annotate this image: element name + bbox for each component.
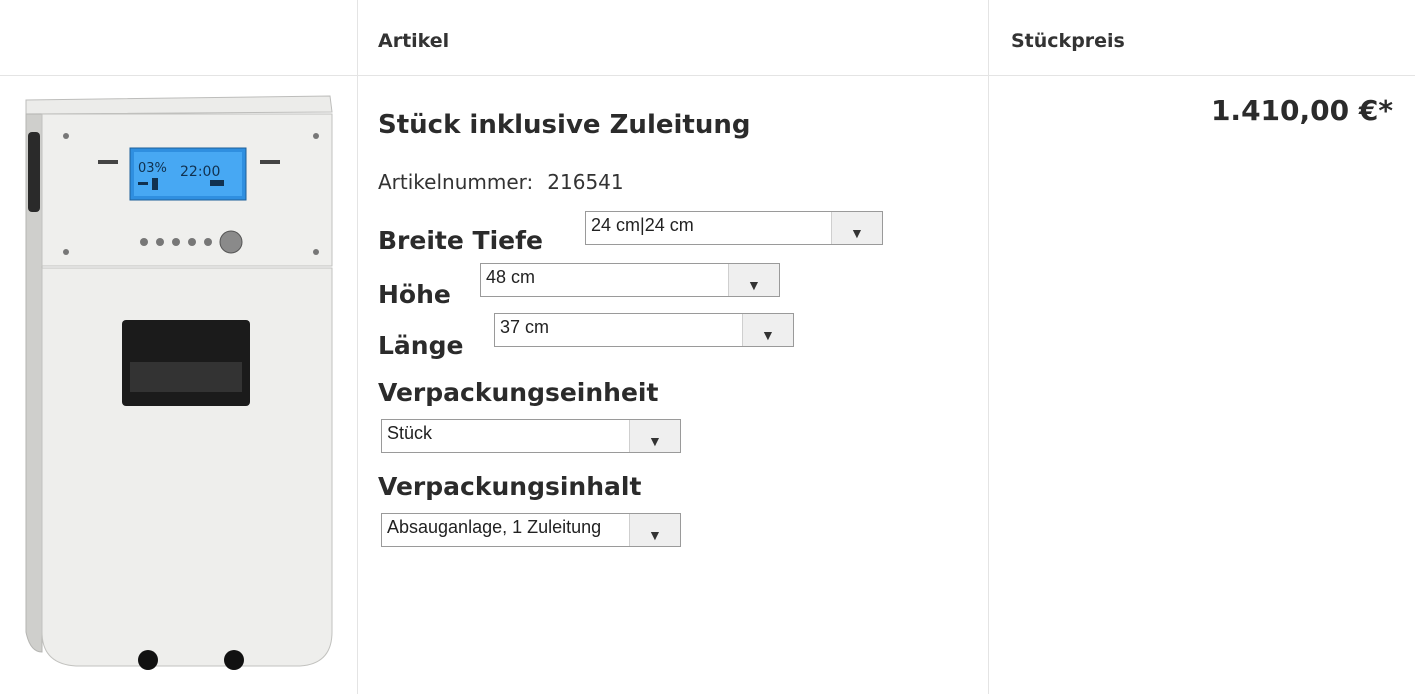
laenge-value: 37 cm bbox=[500, 317, 550, 337]
dropdown-arrow-icon: ▼ bbox=[728, 264, 779, 296]
verpackungsinhalt-select[interactable]: Absauganlage, 1 Zuleitung ▼ bbox=[381, 513, 681, 547]
product-image[interactable]: 03% 22:00 bbox=[20, 92, 336, 680]
article-number-label: Artikelnummer: bbox=[378, 170, 534, 194]
hoehe-select[interactable]: 48 cm ▼ bbox=[480, 263, 780, 297]
dropdown-arrow-icon: ▼ bbox=[629, 420, 680, 452]
unit-price: 1.410,00 €* bbox=[1210, 94, 1393, 127]
dropdown-arrow-icon: ▼ bbox=[831, 212, 882, 244]
column-header-article: Artikel bbox=[378, 30, 450, 52]
verpackungsinhalt-value: Absauganlage, 1 Zuleitung bbox=[387, 517, 602, 537]
laenge-label: Länge bbox=[378, 331, 464, 360]
breite-tiefe-select[interactable]: 24 cm|24 cm ▼ bbox=[585, 211, 883, 245]
product-title[interactable]: Stück inklusive Zuleitung bbox=[378, 110, 750, 140]
verpackungseinheit-select[interactable]: Stück ▼ bbox=[381, 419, 681, 453]
breite-tiefe-label: Breite Tiefe bbox=[378, 226, 543, 255]
hoehe-label: Höhe bbox=[378, 280, 451, 309]
verpackungseinheit-value: Stück bbox=[387, 423, 433, 443]
column-header-price: Stückpreis bbox=[1011, 30, 1125, 52]
article-number: Artikelnummer: 216541 bbox=[378, 170, 624, 194]
verpackungsinhalt-label: Verpackungsinhalt bbox=[378, 472, 642, 501]
header-divider bbox=[0, 75, 1415, 76]
laenge-select[interactable]: 37 cm ▼ bbox=[494, 313, 794, 347]
dropdown-arrow-icon: ▼ bbox=[629, 514, 680, 546]
lcd-time: 22:00 bbox=[180, 164, 220, 180]
dropdown-arrow-icon: ▼ bbox=[742, 314, 793, 346]
hoehe-value: 48 cm bbox=[486, 267, 536, 287]
verpackungseinheit-label: Verpackungseinheit bbox=[378, 378, 659, 407]
lcd-percent: 03% bbox=[138, 161, 167, 176]
column-divider bbox=[357, 0, 358, 694]
article-number-value: 216541 bbox=[547, 170, 624, 194]
column-divider bbox=[988, 0, 989, 694]
breite-tiefe-value: 24 cm|24 cm bbox=[591, 215, 694, 235]
